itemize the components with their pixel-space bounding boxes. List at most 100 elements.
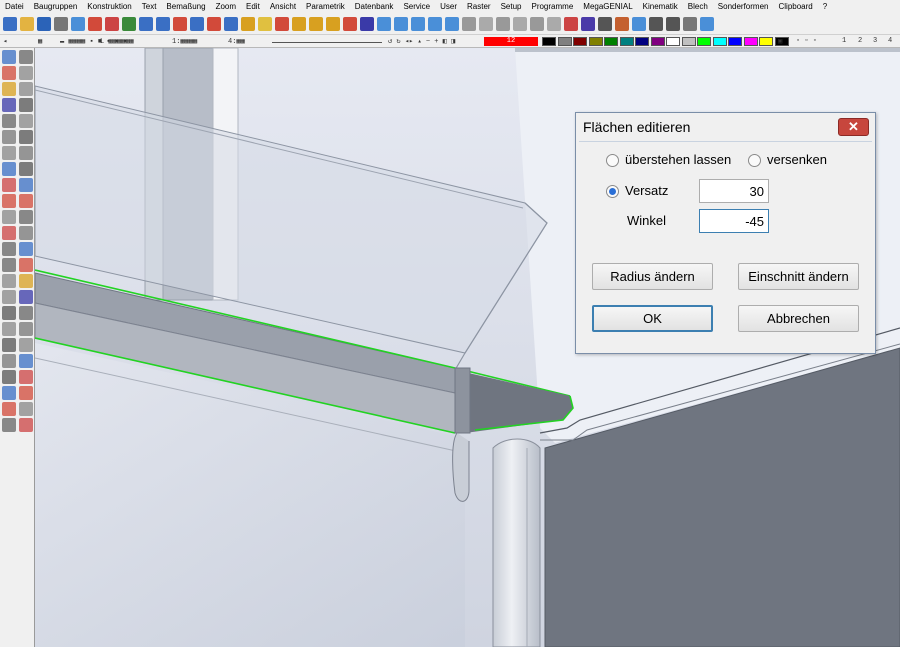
toolbar-tool-icon[interactable] [139, 17, 153, 31]
toolbar-tool-icon[interactable] [224, 17, 238, 31]
toolbar-tool-icon[interactable] [581, 17, 595, 31]
left-tool-icon[interactable] [2, 50, 16, 64]
page-1[interactable]: 1 [842, 37, 846, 45]
left-tool-icon[interactable] [19, 226, 33, 240]
left-tool-icon[interactable] [19, 354, 33, 368]
versatz-input[interactable] [699, 179, 769, 203]
left-tool-icon[interactable] [19, 194, 33, 208]
left-tool-icon[interactable] [19, 50, 33, 64]
toolbar-tool-icon[interactable] [3, 17, 17, 31]
left-tool-icon[interactable] [19, 306, 33, 320]
color-swatch[interactable] [728, 37, 742, 46]
menu-16[interactable]: Kinematik [638, 0, 683, 14]
strip-field-3[interactable]: 1:▦▦▦▦ [172, 37, 197, 46]
left-tool-icon[interactable] [2, 274, 16, 288]
left-tool-icon[interactable] [2, 194, 16, 208]
toolbar-tool-icon[interactable] [462, 17, 476, 31]
toolbar-tool-icon[interactable] [530, 17, 544, 31]
toolbar-tool-icon[interactable] [207, 17, 221, 31]
left-tool-icon[interactable] [2, 258, 16, 272]
left-tool-icon[interactable] [19, 258, 33, 272]
toolbar-tool-icon[interactable] [275, 17, 289, 31]
menu-2[interactable]: Konstruktion [82, 0, 136, 14]
abbrechen-button[interactable]: Abbrechen [738, 305, 859, 332]
toolbar-tool-icon[interactable] [479, 17, 493, 31]
left-tool-icon[interactable] [2, 338, 16, 352]
close-button[interactable]: ✕ [838, 118, 869, 136]
left-tool-icon[interactable] [19, 386, 33, 400]
menu-13[interactable]: Setup [496, 0, 527, 14]
toolbar-tool-icon[interactable] [122, 17, 136, 31]
toolbar-tool-icon[interactable] [428, 17, 442, 31]
color-swatch[interactable] [759, 37, 773, 46]
toolbar-tool-icon[interactable] [700, 17, 714, 31]
left-tool-icon[interactable] [2, 146, 16, 160]
left-tool-icon[interactable] [2, 370, 16, 384]
menu-4[interactable]: Bemaßung [161, 0, 210, 14]
toolbar-tool-icon[interactable] [615, 17, 629, 31]
toolbar-tool-icon[interactable] [411, 17, 425, 31]
color-swatch[interactable] [542, 37, 556, 46]
menu-19[interactable]: Clipboard [773, 0, 817, 14]
toolbar-tool-icon[interactable] [394, 17, 408, 31]
left-tool-icon[interactable] [19, 402, 33, 416]
toolbar-tool-icon[interactable] [241, 17, 255, 31]
menu-14[interactable]: Programme [526, 0, 578, 14]
left-tool-icon[interactable] [19, 146, 33, 160]
color-swatch[interactable] [666, 37, 680, 46]
toolbar-tool-icon[interactable] [258, 17, 272, 31]
color-swatch[interactable] [697, 37, 711, 46]
left-tool-icon[interactable] [2, 402, 16, 416]
color-swatch[interactable] [712, 37, 727, 46]
left-tool-icon[interactable] [2, 130, 16, 144]
menu-10[interactable]: Service [398, 0, 435, 14]
left-tool-icon[interactable] [19, 338, 33, 352]
strip-field-4[interactable]: 4:▦▦ [228, 37, 245, 46]
menu-6[interactable]: Edit [241, 0, 265, 14]
left-tool-icon[interactable] [19, 322, 33, 336]
left-tool-icon[interactable] [19, 178, 33, 192]
left-tool-icon[interactable] [19, 242, 33, 256]
toolbar-tool-icon[interactable] [547, 17, 561, 31]
print-icon[interactable]: ▣ [778, 37, 782, 46]
left-tool-icon[interactable] [2, 386, 16, 400]
left-tool-icon[interactable] [19, 418, 33, 432]
einschnitt-aendern-button[interactable]: Einschnitt ändern [738, 263, 859, 290]
menu-17[interactable]: Blech [683, 0, 713, 14]
color-swatch[interactable] [557, 37, 572, 46]
left-tool-icon[interactable] [19, 98, 33, 112]
menu-20[interactable]: ? [818, 0, 832, 14]
color-swatch[interactable] [573, 37, 587, 46]
toolbar-tool-icon[interactable] [564, 17, 578, 31]
left-tool-icon[interactable] [19, 66, 33, 80]
left-tool-icon[interactable] [2, 226, 16, 240]
menu-0[interactable]: Datei [0, 0, 29, 14]
toolbar-tool-icon[interactable] [54, 17, 68, 31]
left-tool-icon[interactable] [19, 130, 33, 144]
radio-versenken[interactable] [748, 154, 761, 167]
toolbar-tool-icon[interactable] [173, 17, 187, 31]
left-tool-icon[interactable] [19, 82, 33, 96]
left-tool-icon[interactable] [2, 418, 16, 432]
left-tool-icon[interactable] [2, 210, 16, 224]
toolbar-tool-icon[interactable] [683, 17, 697, 31]
toolbar-tool-icon[interactable] [666, 17, 680, 31]
left-tool-icon[interactable] [19, 114, 33, 128]
left-tool-icon[interactable] [2, 178, 16, 192]
toolbar-tool-icon[interactable] [71, 17, 85, 31]
toolbar-tool-icon[interactable] [326, 17, 340, 31]
page-3[interactable]: 3 [873, 37, 877, 45]
toolbar-tool-icon[interactable] [445, 17, 459, 31]
left-tool-icon[interactable] [2, 66, 16, 80]
toolbar-tool-icon[interactable] [37, 17, 51, 31]
menu-11[interactable]: User [435, 0, 462, 14]
menu-15[interactable]: MegaGENIAL [578, 0, 637, 14]
menu-8[interactable]: Parametrik [301, 0, 350, 14]
left-tool-icon[interactable] [19, 290, 33, 304]
layer-number[interactable]: 12 [484, 37, 538, 46]
left-tool-icon[interactable] [19, 210, 33, 224]
toolbar-tool-icon[interactable] [88, 17, 102, 31]
toolbar-tool-icon[interactable] [632, 17, 646, 31]
left-tool-icon[interactable] [2, 162, 16, 176]
left-tool-icon[interactable] [2, 290, 16, 304]
